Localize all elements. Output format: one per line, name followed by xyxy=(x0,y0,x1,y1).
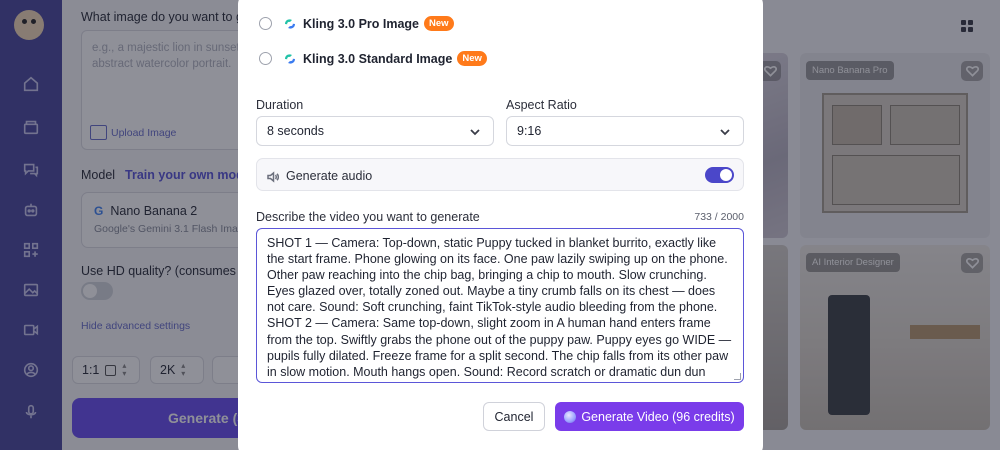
aspect-ratio-label: Aspect Ratio xyxy=(506,98,577,112)
kling-logo-icon xyxy=(285,53,295,64)
model-option-label: Kling 3.0 Standard Image xyxy=(303,51,453,66)
speaker-icon xyxy=(267,170,280,183)
generate-audio-label: Generate audio xyxy=(286,169,373,183)
kling-logo-icon xyxy=(285,18,295,29)
generate-video-button[interactable]: Generate Video (96 credits) xyxy=(555,402,744,431)
new-badge: New xyxy=(457,51,487,66)
description-label: Describe the video you want to generate xyxy=(256,210,480,224)
radio-button[interactable] xyxy=(259,17,272,30)
video-description-textarea[interactable]: SHOT 1 — Camera: Top-down, static Puppy … xyxy=(256,228,744,383)
resize-handle-icon[interactable] xyxy=(734,373,741,380)
duration-select[interactable]: 8 seconds xyxy=(256,116,494,146)
new-badge: New xyxy=(424,16,454,31)
model-option-kling-standard[interactable]: Kling 3.0 Standard Image New xyxy=(259,51,487,66)
radio-button[interactable] xyxy=(259,52,272,65)
aspect-ratio-select[interactable]: 9:16 xyxy=(506,116,744,146)
generate-audio-toggle[interactable] xyxy=(705,167,734,183)
chevron-down-icon xyxy=(469,126,481,138)
generate-audio-row: Generate audio xyxy=(256,158,744,191)
model-option-kling-pro[interactable]: Kling 3.0 Pro Image New xyxy=(259,16,454,31)
chevron-down-icon xyxy=(719,126,731,138)
model-option-label: Kling 3.0 Pro Image xyxy=(303,16,420,31)
crystal-ball-icon xyxy=(564,410,577,423)
cancel-button[interactable]: Cancel xyxy=(483,402,545,431)
character-counter: 733 / 2000 xyxy=(694,211,744,223)
duration-label: Duration xyxy=(256,98,304,112)
video-description-text: SHOT 1 — Camera: Top-down, static Puppy … xyxy=(267,236,732,382)
generate-video-modal: Kling 3.0 Pro Image New Kling 3.0 Standa… xyxy=(238,0,763,450)
generate-video-label: Generate Video (96 credits) xyxy=(581,409,735,424)
duration-value: 8 seconds xyxy=(267,124,324,138)
aspect-ratio-value: 9:16 xyxy=(517,124,542,138)
